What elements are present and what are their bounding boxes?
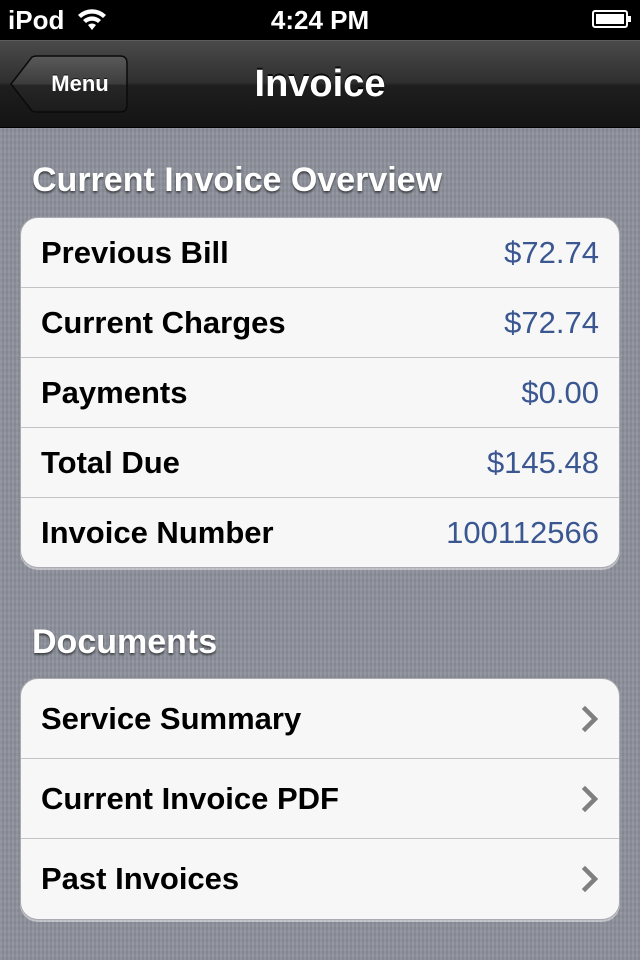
section-header-overview: Current Invoice Overview — [32, 161, 443, 199]
list-item-current-invoice-pdf[interactable]: Current Invoice PDF — [21, 759, 619, 839]
chevron-right-icon — [581, 705, 599, 732]
row-label: Payments — [41, 374, 188, 410]
documents-table: Service Summary Current Invoice PDF Past… — [20, 678, 620, 920]
navigation-bar: Menu Invoice — [0, 40, 640, 128]
clock-label: 4:24 PM — [270, 5, 370, 35]
list-item-service-summary[interactable]: Service Summary — [21, 679, 619, 759]
row-label: Invoice Number — [41, 515, 274, 550]
invoice-overview-table: Previous Bill $72.74 Current Charges $72… — [20, 217, 620, 568]
row-label: Past Invoices — [41, 861, 240, 896]
row-value: $72.74 — [504, 304, 599, 340]
table-row-total-due: Total Due $145.48 — [21, 428, 619, 498]
row-value: 100112566 — [446, 515, 599, 550]
row-label: Service Summary — [41, 700, 302, 736]
row-label: Current Invoice PDF — [41, 780, 339, 816]
section-header-documents: Documents — [32, 623, 218, 661]
row-value: $145.48 — [486, 444, 599, 480]
row-value: $72.74 — [504, 234, 599, 270]
table-row-payments: Payments $0.00 — [21, 358, 619, 428]
status-bar: iPod 4:24 PM — [0, 0, 640, 40]
chevron-right-icon — [581, 785, 599, 812]
row-label: Previous Bill — [41, 234, 229, 270]
chevron-right-icon — [581, 866, 599, 892]
row-label: Current Charges — [41, 304, 286, 340]
table-row-previous-bill: Previous Bill $72.74 — [21, 218, 619, 288]
row-value: $0.00 — [521, 374, 599, 410]
battery-icon — [592, 10, 631, 28]
table-row-current-charges: Current Charges $72.74 — [21, 288, 619, 358]
page-title: Invoice — [254, 63, 386, 105]
list-item-past-invoices[interactable]: Past Invoices — [21, 839, 619, 919]
table-row-invoice-number: Invoice Number 100112566 — [21, 498, 619, 567]
row-label: Total Due — [41, 444, 180, 480]
